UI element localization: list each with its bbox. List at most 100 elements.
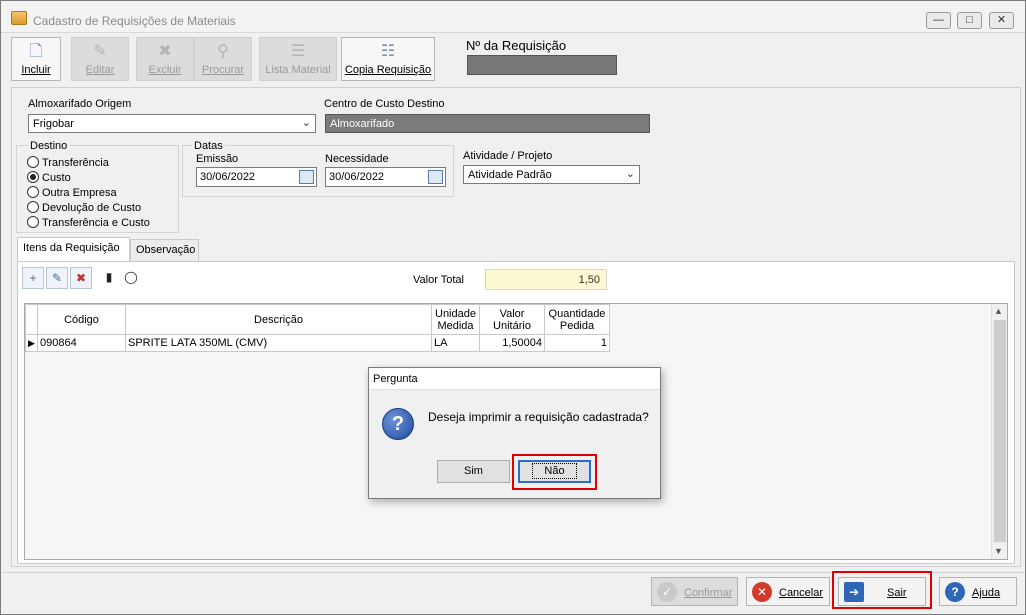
sim-label: Sim xyxy=(464,465,483,477)
edit-document-icon: ✎ xyxy=(93,43,107,60)
radio-icon xyxy=(27,186,39,198)
almoxarifado-label: Almoxarifado Origem xyxy=(28,98,132,110)
column-header-codigo[interactable]: Código xyxy=(37,304,126,335)
valor-total-field: 1,50 xyxy=(485,269,607,290)
dialog-title: Pergunta xyxy=(369,368,660,390)
title-bar: Cadastro de Requisições de Materiais — □… xyxy=(1,1,1025,33)
radio-icon xyxy=(27,201,39,213)
calendar-icon[interactable] xyxy=(299,170,314,184)
radio-label: Transferência e Custo xyxy=(42,217,150,229)
valor-total-label: Valor Total xyxy=(413,274,464,286)
barcode-icon[interactable]: ▮ xyxy=(98,267,120,289)
necessidade-date-input[interactable]: 30/06/2022 xyxy=(325,167,446,187)
table-row[interactable]: ▶ 090864 SPRITE LATA 350ML (CMV) LA 1,50… xyxy=(25,334,610,352)
ajuda-button[interactable]: ? Ajuda xyxy=(939,577,1017,606)
exit-person-icon[interactable]: ◯ xyxy=(120,267,142,289)
centro-custo-label: Centro de Custo Destino xyxy=(324,98,445,110)
search-document-icon: ⚲ xyxy=(217,43,229,60)
emissao-date-input[interactable]: 30/06/2022 xyxy=(196,167,317,187)
cancel-icon: ✕ xyxy=(752,582,772,602)
radio-custo[interactable]: Custo xyxy=(27,171,71,184)
bottom-bar: ✓ Confirmar ✕ Cancelar ➔ Sair ? Ajuda xyxy=(2,571,1024,612)
column-header-unidade[interactable]: Unidade Medida xyxy=(431,304,480,335)
destino-group: Destino Transferência Custo Outra Empres… xyxy=(16,140,179,233)
sim-button[interactable]: Sim xyxy=(437,460,510,483)
help-icon: ? xyxy=(945,582,965,602)
header-text: Pedida xyxy=(559,319,595,332)
centro-custo-field: Almoxarifado xyxy=(325,114,650,133)
main-window: Cadastro de Requisições de Materiais — □… xyxy=(0,0,1026,615)
list-icon: ☰ xyxy=(290,43,306,60)
header-text: Código xyxy=(64,313,99,326)
confirmar-label: Confirmar xyxy=(684,587,733,599)
cell-unidade[interactable]: LA xyxy=(431,334,480,352)
necessidade-value: 30/06/2022 xyxy=(329,171,385,183)
delete-document-icon: ✖ xyxy=(158,43,172,60)
column-header-descricao[interactable]: Descrição xyxy=(125,304,432,335)
editar-button[interactable]: ✎ Editar xyxy=(71,37,129,81)
cancelar-label: Cancelar xyxy=(779,587,824,599)
new-document-icon: 🗋 xyxy=(29,43,43,60)
app-icon xyxy=(11,11,27,25)
radio-devolucao-custo[interactable]: Devolução de Custo xyxy=(27,201,141,214)
atividade-select[interactable]: Atividade Padrão ⌄ xyxy=(463,165,640,184)
procurar-label: Procurar xyxy=(201,64,245,76)
edit-row-icon[interactable]: ✎ xyxy=(46,267,68,289)
cell-descricao[interactable]: SPRITE LATA 350ML (CMV) xyxy=(125,334,432,352)
radio-transferencia-custo[interactable]: Transferência e Custo xyxy=(27,216,150,229)
chevron-down-icon: ⌄ xyxy=(301,117,311,129)
highlight-box xyxy=(832,571,932,609)
radio-label: Transferência xyxy=(42,157,109,169)
add-row-icon[interactable]: + xyxy=(22,267,44,289)
header-text: Unitário xyxy=(493,319,531,332)
requisicao-number-field xyxy=(467,55,617,75)
highlight-box xyxy=(512,454,597,490)
cell-quantidade[interactable]: 1 xyxy=(544,334,610,352)
incluir-button[interactable]: 🗋 Incluir xyxy=(11,37,61,81)
excluir-button[interactable]: ✖ Excluir xyxy=(136,37,194,81)
emissao-value: 30/06/2022 xyxy=(200,171,256,183)
dialog-message: Deseja imprimir a requisição cadastrada? xyxy=(428,410,649,424)
cell-codigo[interactable]: 090864 xyxy=(37,334,126,352)
radio-transferencia[interactable]: Transferência xyxy=(27,156,109,169)
tab-observacao[interactable]: Observação xyxy=(130,239,199,261)
destino-label: Destino xyxy=(28,140,70,152)
copia-requisicao-button[interactable]: ☷ Copia Requisição xyxy=(341,37,435,81)
header-text: Medida xyxy=(437,319,474,332)
scroll-down-icon[interactable]: ▼ xyxy=(994,546,1003,556)
confirmar-button[interactable]: ✓ Confirmar xyxy=(651,577,738,606)
check-icon: ✓ xyxy=(657,582,677,602)
scroll-up-icon[interactable]: ▲ xyxy=(994,306,1003,316)
copia-requisicao-label: Copia Requisição xyxy=(344,64,432,76)
radio-outra-empresa[interactable]: Outra Empresa xyxy=(27,186,117,199)
column-header-valor[interactable]: Valor Unitário xyxy=(479,304,545,335)
almoxarifado-select[interactable]: Frigobar ⌄ xyxy=(28,114,316,133)
header-text: Quantidade xyxy=(548,307,606,320)
maximize-button[interactable]: □ xyxy=(957,12,982,29)
copy-icon: ☷ xyxy=(380,43,396,60)
almoxarifado-value: Frigobar xyxy=(33,118,74,130)
tab-itens-requisicao[interactable]: Itens da Requisição xyxy=(17,237,130,261)
delete-row-icon[interactable]: ✖ xyxy=(70,267,92,289)
column-header-quantidade[interactable]: Quantidade Pedida xyxy=(544,304,610,335)
procurar-button[interactable]: ⚲ Procurar xyxy=(194,37,252,81)
calendar-icon[interactable] xyxy=(428,170,443,184)
radio-icon xyxy=(27,156,39,168)
header-text: Valor xyxy=(499,307,525,320)
window-title: Cadastro de Requisições de Materiais xyxy=(33,14,236,28)
cell-valor[interactable]: 1,50004 xyxy=(479,334,545,352)
editar-label: Editar xyxy=(85,64,115,76)
vertical-scrollbar[interactable]: ▲ ▼ xyxy=(991,304,1007,559)
necessidade-label: Necessidade xyxy=(325,153,389,165)
atividade-value: Atividade Padrão xyxy=(468,169,552,181)
header-text: Descrição xyxy=(254,313,303,326)
emissao-label: Emissão xyxy=(196,153,239,165)
minimize-button[interactable]: — xyxy=(926,12,951,29)
close-button[interactable]: ✕ xyxy=(989,12,1014,29)
cancelar-button[interactable]: ✕ Cancelar xyxy=(746,577,830,606)
atividade-label: Atividade / Projeto xyxy=(463,150,553,162)
scroll-thumb[interactable] xyxy=(994,320,1006,542)
current-row-arrow-icon: ▶ xyxy=(25,334,38,352)
lista-material-button[interactable]: ☰ Lista Material xyxy=(259,37,337,81)
excluir-label: Excluir xyxy=(148,64,182,76)
